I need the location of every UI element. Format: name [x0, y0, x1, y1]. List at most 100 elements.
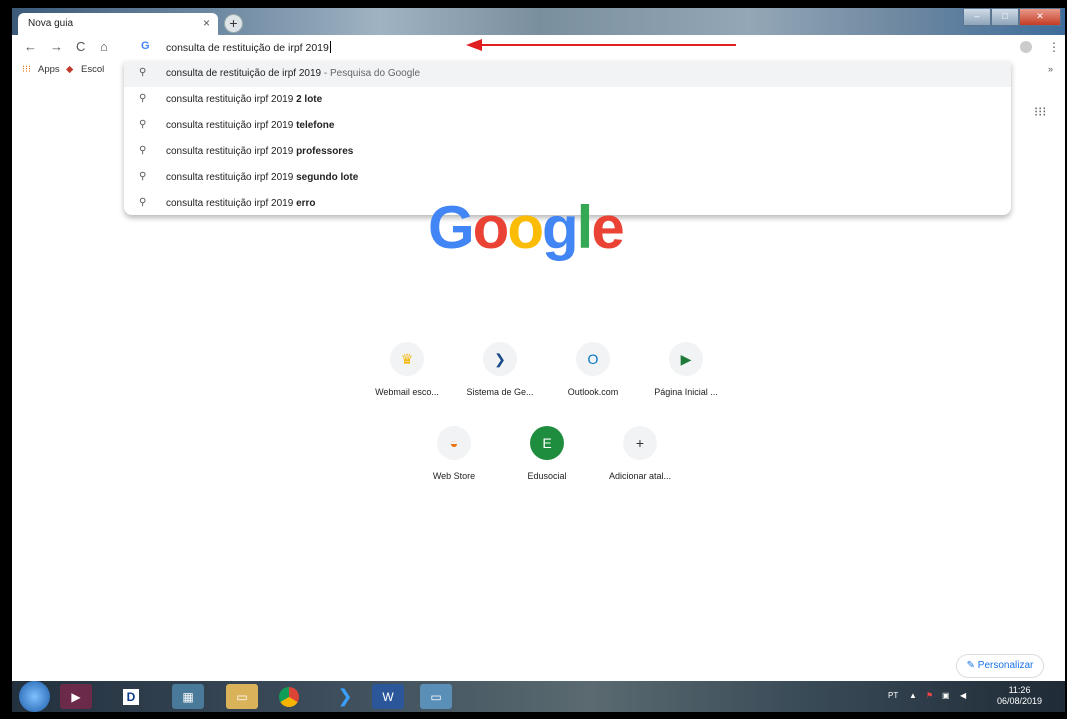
title-bar: Nova guia × + – □ ✕: [12, 8, 1065, 35]
google-apps-icon[interactable]: ⁝⁝⁝: [1034, 104, 1046, 120]
suggestion-base: consulta restituição irpf 2019: [166, 172, 297, 183]
profile-avatar[interactable]: [1020, 41, 1032, 53]
media-app-icon[interactable]: ▶: [60, 684, 92, 709]
suggestion-base: consulta restituição irpf 2019: [166, 120, 297, 131]
shortcut-label: Sistema de Ge...: [466, 387, 534, 397]
personalize-button[interactable]: ✎ Personalizar: [956, 654, 1044, 678]
bookmarks-more-button[interactable]: »: [1048, 64, 1053, 74]
clock-time: 11:26: [1008, 685, 1031, 695]
logo-letter: o: [507, 194, 544, 261]
shortcut-label: Web Store: [432, 471, 476, 481]
suggestion-row[interactable]: ⚲ consulta restituição irpf 2019 2 lote: [124, 87, 1011, 113]
logo-letter: l: [576, 194, 594, 261]
crown-icon: ♛: [390, 342, 424, 376]
shortcut-tile[interactable]: O Outlook.com: [555, 342, 631, 397]
shortcut-tile[interactable]: ◒ Web Store: [416, 426, 492, 481]
shortcut-tile[interactable]: ♛ Webmail esco...: [369, 342, 445, 397]
search-icon: ⚲: [139, 197, 147, 208]
volume-icon[interactable]: ◀: [960, 691, 966, 700]
taskbar-app-d[interactable]: D: [115, 684, 147, 709]
language-indicator[interactable]: PT: [888, 691, 898, 700]
address-bar[interactable]: G consulta de restituição de irpf 2019: [124, 35, 1011, 61]
window-controls: – □ ✕: [963, 8, 1061, 26]
word-icon[interactable]: W: [372, 684, 404, 709]
red-arrow-annotation: [466, 39, 736, 51]
google-g-icon: G: [141, 40, 150, 52]
reload-button[interactable]: C: [76, 39, 85, 54]
search-icon: ⚲: [139, 67, 147, 78]
text-caret: [329, 41, 331, 53]
forward-button[interactable]: →: [50, 39, 63, 54]
suggestion-row[interactable]: ⚲ consulta restituição irpf 2019 telefone: [124, 113, 1011, 139]
suggestion-separator: -: [321, 68, 330, 79]
bookmark-bird-icon: ◆: [66, 64, 74, 75]
edusocial-icon: E: [530, 426, 564, 460]
suggestion-text: consulta restituição irpf 2019 2 lote: [166, 94, 322, 105]
suggestion-bold: segundo lote: [296, 172, 359, 183]
suggestion-base: consulta restituição irpf 2019: [166, 94, 297, 105]
address-input[interactable]: consulta de restituição de irpf 2019: [166, 41, 331, 54]
logo-letter: G: [428, 194, 475, 261]
apps-grid-icon[interactable]: ⁝⁝⁝: [22, 64, 31, 75]
taskbar: ▶ D ▦ ▭ ❯ W ▭ PT ▲ ⚑ ▣ ◀ 11:26 06/08/201…: [0, 681, 1067, 719]
search-icon: ⚲: [139, 171, 147, 182]
network-icon[interactable]: ▣: [942, 691, 950, 700]
start-button[interactable]: [19, 681, 50, 712]
flag-icon: ▶: [669, 342, 703, 376]
suggestion-bold: erro: [296, 198, 316, 209]
new-tab-button[interactable]: +: [224, 14, 243, 33]
maximize-button[interactable]: □: [991, 8, 1019, 26]
app-chevron-icon[interactable]: ❯: [329, 684, 361, 709]
shortcut-label: Webmail esco...: [375, 387, 439, 397]
logo-letter: o: [472, 194, 510, 261]
shortcut-tile[interactable]: ❯ Sistema de Ge...: [462, 342, 538, 397]
action-center-flag-icon[interactable]: ⚑: [926, 691, 933, 700]
add-icon: +: [623, 426, 657, 460]
suggestion-text: consulta restituição irpf 2019 erro: [166, 198, 316, 209]
shortcut-tile[interactable]: + Adicionar atal...: [602, 426, 678, 481]
system-clock[interactable]: 11:26 06/08/2019: [997, 685, 1042, 707]
search-icon: ⚲: [139, 93, 147, 104]
suggestion-text: consulta restituição irpf 2019 segundo l…: [166, 172, 358, 183]
close-window-button[interactable]: ✕: [1019, 8, 1061, 26]
google-logo: Google: [428, 198, 625, 258]
web-store-icon: ◒: [437, 426, 471, 460]
suggestion-row[interactable]: ⚲ consulta restituição irpf 2019 professo…: [124, 139, 1011, 165]
shortcut-label: Outlook.com: [567, 387, 619, 397]
outlook-icon: O: [576, 342, 610, 376]
pencil-icon: ✎: [966, 660, 975, 671]
clock-date: 06/08/2019: [997, 696, 1043, 706]
logo-letter: e: [591, 194, 624, 261]
chrome-window: Nova guia × + – □ ✕ ← → C ⌂ ⁝⁝⁝ Apps ◆ E…: [12, 8, 1065, 689]
bookmark-escola[interactable]: Escol: [81, 64, 104, 75]
shortcut-tile[interactable]: ▶ Página Inicial ...: [648, 342, 724, 397]
suggestion-base: consulta restituição irpf 2019: [166, 198, 297, 209]
suggestion-bold: telefone: [296, 120, 335, 131]
shortcut-label: Edusocial: [527, 471, 567, 481]
window-app-icon[interactable]: ▭: [420, 684, 452, 709]
chrome-icon[interactable]: [273, 684, 305, 709]
autocomplete-dropdown: ⚲ consulta de restituição de irpf 2019 - …: [124, 61, 1011, 215]
back-button[interactable]: ←: [24, 39, 37, 54]
suggestion-row[interactable]: ⚲ consulta restituição irpf 2019 segundo …: [124, 165, 1011, 191]
minimize-button[interactable]: –: [963, 8, 991, 26]
tab-nova-guia[interactable]: Nova guia ×: [18, 13, 218, 35]
suggestion-text: consulta restituição irpf 2019 professor…: [166, 146, 353, 157]
home-button[interactable]: ⌂: [100, 39, 108, 54]
close-tab-icon[interactable]: ×: [203, 16, 210, 30]
chrome-menu-icon[interactable]: ⋮: [1048, 40, 1060, 54]
suggestion-base: consulta de restituição de irpf 2019: [166, 68, 322, 79]
chevron-logo-icon: ❯: [483, 342, 517, 376]
logo-letter: g: [541, 194, 579, 261]
address-input-value: consulta de restituição de irpf 2019: [166, 42, 329, 54]
shortcut-tile[interactable]: E Edusocial: [509, 426, 585, 481]
suggestion-row[interactable]: ⚲ consulta de restituição de irpf 2019 - …: [124, 61, 1011, 87]
file-explorer-icon[interactable]: ▭: [226, 684, 258, 709]
suggestion-suffix: Pesquisa do Google: [330, 68, 421, 79]
bookmark-apps[interactable]: Apps: [38, 64, 60, 75]
suggestion-text: consulta restituição irpf 2019 telefone: [166, 120, 334, 131]
calculator-icon[interactable]: ▦: [172, 684, 204, 709]
show-hidden-icons-icon[interactable]: ▲: [909, 691, 917, 700]
tab-title: Nova guia: [28, 18, 74, 29]
suggestion-text: consulta de restituição de irpf 2019 - P…: [166, 68, 420, 79]
